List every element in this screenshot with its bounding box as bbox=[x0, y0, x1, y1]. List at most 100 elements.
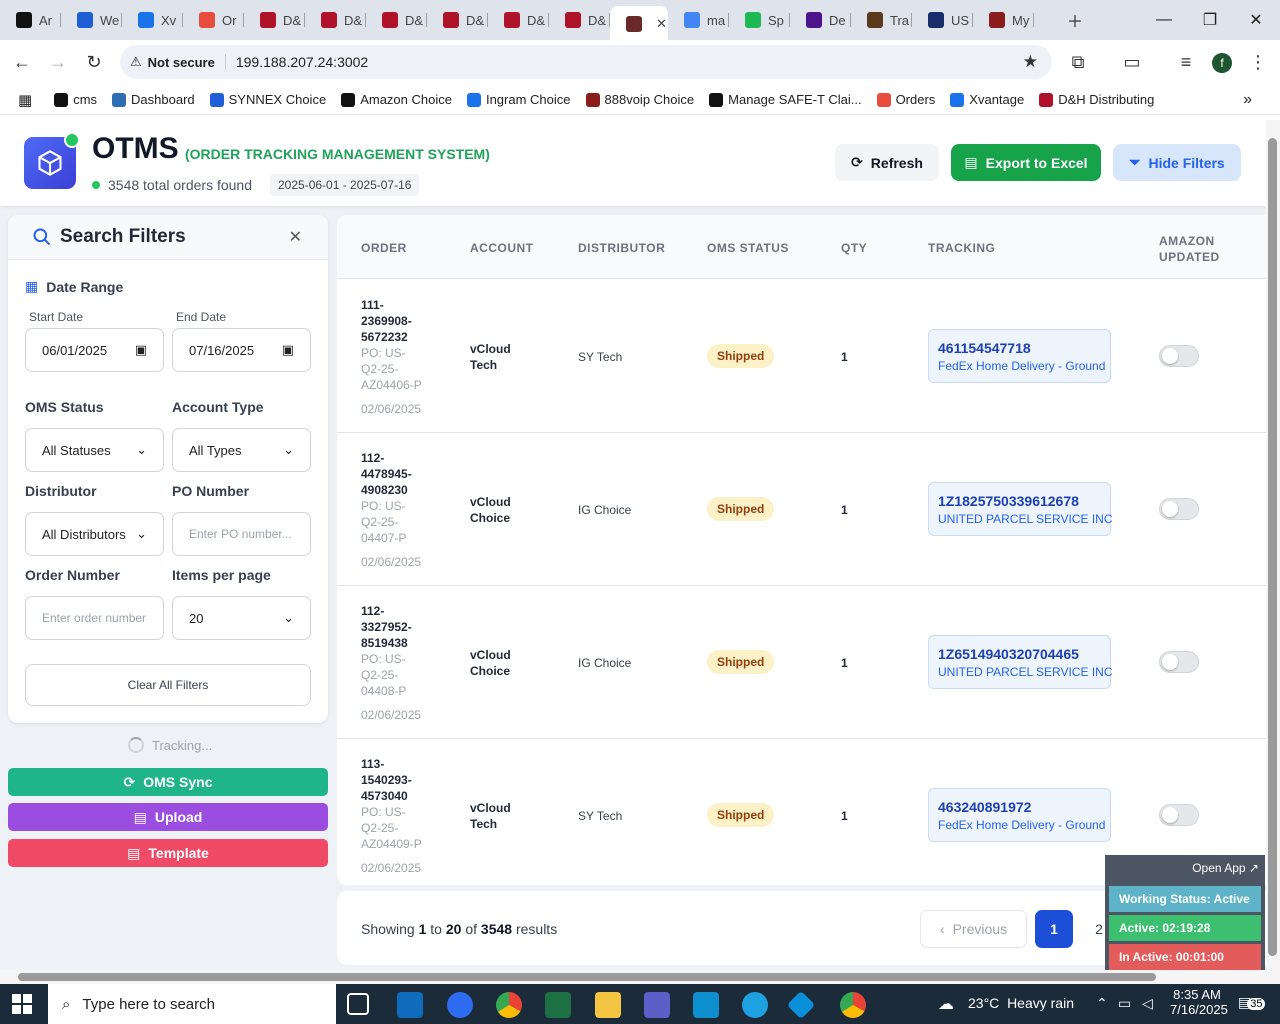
column-qty[interactable]: QTY bbox=[841, 241, 867, 255]
url-text[interactable]: 199.188.207.24:3002 bbox=[236, 54, 368, 70]
open-app-link[interactable]: Open App ↗ bbox=[1192, 861, 1259, 875]
minimize-icon[interactable]: — bbox=[1141, 0, 1187, 40]
bookmark-item[interactable]: Dashboard bbox=[112, 92, 195, 107]
app-s-icon[interactable] bbox=[693, 992, 719, 1018]
browser-tab[interactable]: US bbox=[912, 4, 973, 36]
vertical-scrollbar[interactable] bbox=[1266, 120, 1280, 970]
bookmark-item[interactable]: Ingram Choice bbox=[466, 92, 571, 107]
bookmark-item[interactable]: 888voip Choice bbox=[585, 92, 694, 107]
close-tab-icon[interactable]: ✕ bbox=[656, 16, 667, 32]
order-number-input[interactable]: Enter order number bbox=[25, 596, 164, 640]
more-bookmarks-icon[interactable]: » bbox=[1243, 91, 1252, 109]
order-number[interactable]: 112-3327952-8519438 bbox=[361, 603, 421, 651]
browser-tab[interactable]: Sp bbox=[729, 4, 790, 36]
amazon-updated-toggle[interactable] bbox=[1159, 651, 1199, 673]
bookmark-item[interactable]: Xvantage bbox=[950, 92, 1024, 107]
tracking-number[interactable]: 1Z6514940320704465 bbox=[938, 646, 1101, 662]
tracking-card[interactable]: 461154547718 FedEx Home Delivery - Ground bbox=[928, 329, 1111, 383]
column-account[interactable]: ACCOUNT bbox=[470, 241, 534, 255]
reload-icon[interactable]: ↻ bbox=[76, 45, 112, 81]
omnibox[interactable]: ⚠ Not secure 199.188.207.24:3002 ★ bbox=[120, 45, 1052, 79]
zoom-icon[interactable] bbox=[447, 992, 473, 1018]
browser-tab[interactable]: D& bbox=[305, 4, 366, 36]
template-button[interactable]: ▤ Template bbox=[8, 839, 328, 867]
taskbar-search[interactable]: ⌕ Type here to search bbox=[48, 984, 336, 1024]
oms-status-select[interactable]: All Statuses ⌄ bbox=[25, 428, 164, 472]
windows-start-icon[interactable] bbox=[12, 994, 32, 1014]
clear-filters-button[interactable]: Clear All Filters bbox=[25, 664, 311, 706]
tracking-card[interactable]: 1Z1825750339612678 UNITED PARCEL SERVICE … bbox=[928, 482, 1112, 536]
amazon-updated-toggle[interactable] bbox=[1159, 498, 1199, 520]
table-row[interactable]: 112-3327952-8519438 PO: US-Q2-25-04408-P 0… bbox=[337, 586, 1266, 739]
excel-icon[interactable] bbox=[545, 992, 571, 1018]
calendar-picker-icon[interactable]: ▣ bbox=[282, 342, 294, 358]
profile-avatar[interactable]: f bbox=[1212, 53, 1232, 73]
column-oms-status[interactable]: OMS STATUS bbox=[707, 241, 789, 255]
tracking-card[interactable]: 1Z6514940320704465 UNITED PARCEL SERVICE … bbox=[928, 635, 1112, 689]
chrome-icon[interactable] bbox=[496, 992, 522, 1018]
tracking-number[interactable]: 1Z1825750339612678 bbox=[938, 493, 1101, 509]
browser-tab[interactable]: D& bbox=[244, 4, 305, 36]
browser-tab[interactable]: Xv bbox=[122, 4, 183, 36]
restore-icon[interactable]: ❐ bbox=[1187, 0, 1233, 40]
column-order[interactable]: ORDER bbox=[361, 241, 407, 255]
cast-icon[interactable]: ▭ bbox=[1114, 45, 1150, 81]
table-row[interactable]: 111-2369908-5672232 PO: US-Q2-25-AZ04406-… bbox=[337, 280, 1266, 433]
amazon-updated-toggle[interactable] bbox=[1159, 345, 1199, 367]
browser-tab[interactable]: Ar bbox=[0, 4, 61, 36]
back-icon[interactable]: ← bbox=[4, 45, 40, 81]
close-window-icon[interactable]: ✕ bbox=[1233, 0, 1279, 40]
items-per-page-select[interactable]: 20 ⌄ bbox=[172, 596, 311, 640]
volume-icon[interactable]: ◁ bbox=[1142, 995, 1153, 1012]
browser-tab[interactable]: Tra bbox=[851, 4, 912, 36]
browser-tab[interactable]: We bbox=[61, 4, 122, 36]
order-number[interactable]: 113-1540293-4573040 bbox=[361, 756, 421, 804]
column-distributor[interactable]: DISTRIBUTOR bbox=[578, 241, 665, 255]
oms-sync-button[interactable]: ⟳ OMS Sync bbox=[8, 768, 328, 796]
browser-tab[interactable]: D& bbox=[427, 4, 488, 36]
bookmark-item[interactable]: Manage SAFE-T Clai... bbox=[709, 92, 862, 107]
bookmark-item[interactable]: cms bbox=[54, 92, 97, 107]
upload-button[interactable]: ▤ Upload bbox=[8, 803, 328, 831]
start-date-input[interactable]: 06/01/2025 ▣ bbox=[25, 328, 164, 372]
media-icon[interactable]: ≡ bbox=[1168, 45, 1204, 81]
amazon-updated-toggle[interactable] bbox=[1159, 804, 1199, 826]
export-excel-button[interactable]: ▤ Export to Excel bbox=[951, 144, 1101, 181]
browser-tab[interactable]: ma bbox=[668, 4, 729, 36]
bookmark-item[interactable]: SYNNEX Choice bbox=[209, 92, 326, 107]
bookmark-item[interactable]: Amazon Choice bbox=[341, 92, 452, 107]
menu-icon[interactable]: ⋮ bbox=[1240, 45, 1276, 81]
apps-grid-icon[interactable]: ▦ bbox=[18, 91, 32, 109]
table-row[interactable]: 112-4478945-4908230 PO: US-Q2-25-04407-P 0… bbox=[337, 433, 1266, 586]
new-tab-icon[interactable]: ＋ bbox=[1052, 0, 1098, 40]
account-type-select[interactable]: All Types ⌄ bbox=[172, 428, 311, 472]
end-date-input[interactable]: 07/16/2025 ▣ bbox=[172, 328, 311, 372]
task-view-icon[interactable] bbox=[347, 993, 369, 1015]
bookmark-item[interactable]: D&H Distributing bbox=[1039, 92, 1154, 107]
clock[interactable]: 8:35 AM 7/16/2025 bbox=[1170, 987, 1228, 1017]
network-icon[interactable]: ▭ bbox=[1118, 995, 1131, 1012]
browser-tab[interactable]: D& bbox=[366, 4, 427, 36]
not-secure-indicator[interactable]: ⚠ Not secure bbox=[130, 54, 226, 70]
calendar-picker-icon[interactable]: ▣ bbox=[135, 342, 147, 358]
app-diamond-icon[interactable] bbox=[786, 990, 816, 1020]
forward-icon[interactable]: → bbox=[40, 45, 76, 81]
file-explorer-icon[interactable] bbox=[595, 992, 621, 1018]
vertical-scroll-thumb[interactable] bbox=[1268, 138, 1277, 956]
chrome-profile-icon[interactable] bbox=[840, 992, 866, 1018]
column-tracking[interactable]: TRACKING bbox=[928, 241, 995, 255]
weather-text[interactable]: 23°C Heavy rain bbox=[968, 995, 1074, 1011]
horizontal-scrollbar[interactable] bbox=[0, 970, 1280, 984]
po-number-input[interactable]: Enter PO number... bbox=[172, 512, 311, 556]
teams-icon[interactable] bbox=[644, 992, 670, 1018]
close-filters-icon[interactable]: ✕ bbox=[289, 227, 302, 247]
order-number[interactable]: 111-2369908-5672232 bbox=[361, 297, 421, 345]
weather-icon[interactable]: ☁ bbox=[938, 994, 954, 1014]
outlook-icon[interactable] bbox=[397, 992, 423, 1018]
browser-tab[interactable]: Or bbox=[183, 4, 244, 36]
hide-filters-button[interactable]: ⏷ Hide Filters bbox=[1113, 144, 1241, 181]
tracking-card[interactable]: 463240891972 FedEx Home Delivery - Ground bbox=[928, 788, 1111, 842]
distributor-select[interactable]: All Distributors ⌄ bbox=[25, 512, 164, 556]
browser-tab[interactable]: De bbox=[790, 4, 851, 36]
bookmark-item[interactable]: Orders bbox=[876, 92, 935, 107]
